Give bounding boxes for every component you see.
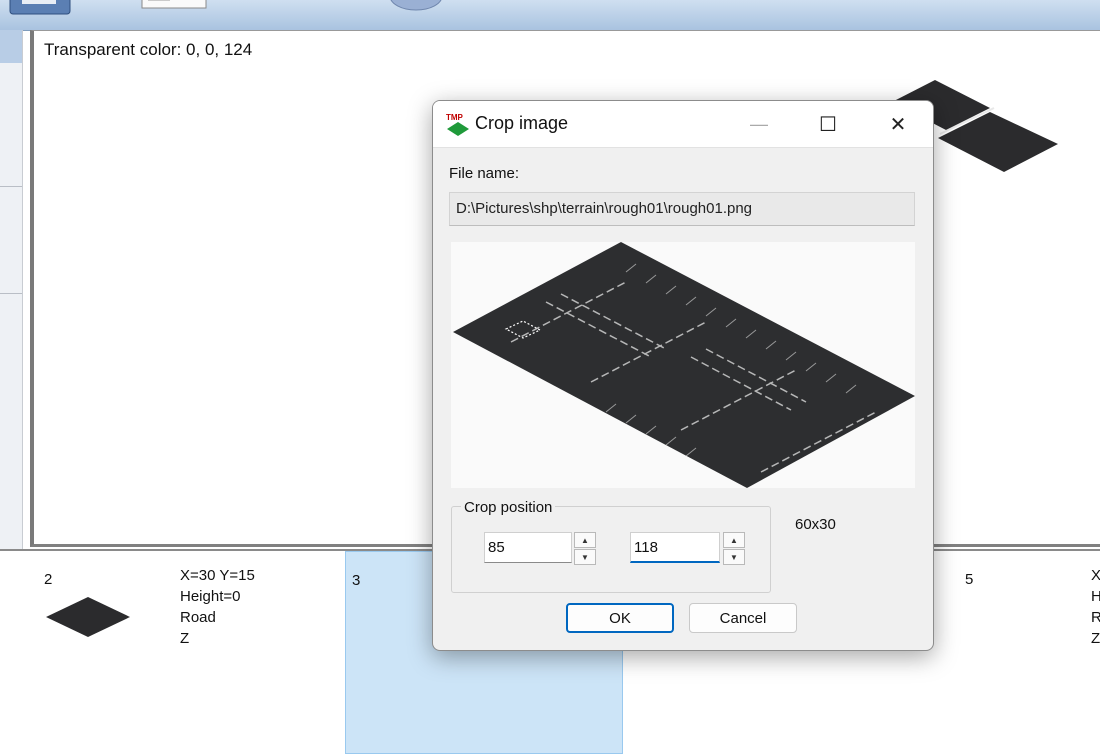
spin-up-icon[interactable]: ▲ <box>574 532 596 548</box>
tile-type: Road <box>180 609 216 626</box>
spin-down-icon[interactable]: ▼ <box>574 549 596 565</box>
crop-x-input[interactable]: 85 <box>484 532 572 563</box>
tile-z: Z <box>1091 630 1100 647</box>
rough-terrain-image <box>453 242 915 488</box>
cancel-button[interactable]: Cancel <box>689 603 797 633</box>
crop-y-input[interactable]: 118 <box>630 532 720 563</box>
close-button[interactable]: ✕ <box>875 101 921 147</box>
left-panel-tabs <box>0 30 23 550</box>
tile-height: Height=0 <box>180 588 241 605</box>
crop-preview-image[interactable] <box>451 242 915 488</box>
save-icon[interactable] <box>8 0 72 16</box>
dialog-titlebar[interactable]: TMP Crop image — ☐ ✕ <box>433 101 933 148</box>
disc-icon[interactable] <box>388 0 444 14</box>
dialog-title: Crop image <box>475 113 569 133</box>
tile-item[interactable]: 2 X=30 Y=15 Height=0 Road Z <box>0 551 345 752</box>
left-tab-divider <box>0 293 22 294</box>
ok-button[interactable]: OK <box>566 603 674 633</box>
crop-position-label: Crop position <box>461 499 556 516</box>
tile-number: 2 <box>44 571 53 588</box>
file-name-label: File name: <box>449 165 520 182</box>
left-tab-selected[interactable] <box>0 30 22 63</box>
document-icon[interactable] <box>140 0 208 12</box>
tile-info: X=30 Y=15 Height=0 Road Z <box>180 565 255 649</box>
tile-info: X H R Z <box>1091 565 1100 649</box>
file-name-value: D:\Pictures\shp\terrain\rough01\rough01.… <box>456 200 753 217</box>
crop-y-stepper[interactable]: ▲ ▼ <box>723 532 745 565</box>
transparent-color-label: Transparent color: 0, 0, 124 <box>44 40 253 59</box>
tile-height: H <box>1091 588 1100 605</box>
tile-number: 3 <box>352 572 361 589</box>
main-toolbar <box>0 0 1100 31</box>
tile-z: Z <box>180 630 190 647</box>
crop-x-stepper[interactable]: ▲ ▼ <box>574 532 596 565</box>
crop-size-label: 60x30 <box>795 516 836 533</box>
spin-down-icon[interactable]: ▼ <box>723 549 745 565</box>
file-name-field: D:\Pictures\shp\terrain\rough01\rough01.… <box>449 192 915 226</box>
tile-coords: X <box>1091 567 1100 584</box>
left-tab-divider <box>0 186 22 187</box>
maximize-button[interactable]: ☐ <box>805 101 851 147</box>
tile-number: 5 <box>965 571 974 588</box>
crop-image-dialog: TMP Crop image — ☐ ✕ File name: D:\Pictu… <box>432 100 934 651</box>
tmp-app-icon: TMP <box>446 113 469 136</box>
svg-text:TMP: TMP <box>446 113 464 122</box>
spin-up-icon[interactable]: ▲ <box>723 532 745 548</box>
tile-thumbnail <box>46 597 130 637</box>
tile-coords: X=30 Y=15 <box>180 567 255 584</box>
minimize-button[interactable]: — <box>736 101 782 147</box>
tile-type: R <box>1091 609 1100 626</box>
